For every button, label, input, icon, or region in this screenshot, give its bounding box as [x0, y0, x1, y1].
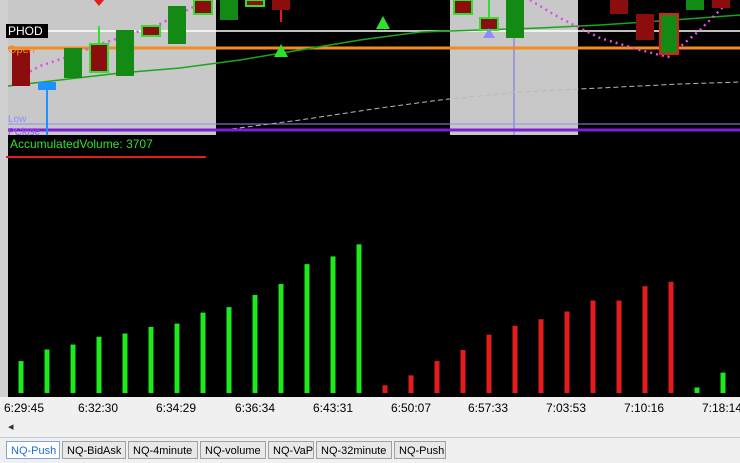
- volume-bar: [460, 350, 466, 393]
- volume-bars: [18, 244, 726, 393]
- volume-bar: [252, 294, 258, 393]
- tab-strip: NQ-Push NQ-BidAsk NQ-4minute NQ-volume NQ-Va…: [0, 437, 740, 463]
- volume-panel[interactable]: [0, 135, 740, 397]
- signal-up-triangle: [274, 44, 288, 57]
- open-label: Open: [8, 44, 35, 56]
- candle: [272, 0, 290, 10]
- volume-bar: [382, 385, 388, 393]
- candle: [220, 0, 238, 20]
- time-axis-tick-label: 7:18:14: [701, 401, 740, 415]
- time-axis-tick-label: 6:50:07: [390, 401, 432, 415]
- candle: [659, 13, 679, 55]
- volume-bar: [486, 334, 492, 393]
- volume-bar: [226, 307, 232, 393]
- candle: [64, 48, 82, 78]
- candle: [89, 43, 109, 73]
- horizontal-scrollbar[interactable]: ◂: [0, 419, 740, 437]
- candle: [116, 30, 134, 76]
- volume-bar: [720, 372, 726, 393]
- volume-bar: [148, 326, 154, 393]
- chart-tab[interactable]: NQ-volume: [200, 441, 266, 459]
- time-axis-tick-label: 6:57:33: [467, 401, 509, 415]
- price-panel[interactable]: PHOD Open Low PClose: [0, 0, 740, 135]
- volume-bar: [408, 375, 414, 393]
- volume-bar: [278, 283, 284, 393]
- time-axis-tick-label: 6:34:29: [155, 401, 197, 415]
- volume-bar: [564, 311, 570, 393]
- volume-bar: [174, 323, 180, 393]
- candle: [453, 0, 473, 15]
- volume-bar: [434, 361, 440, 393]
- candle: [141, 25, 161, 37]
- pclose-label: PClose: [8, 127, 41, 135]
- volume-bar: [642, 286, 648, 393]
- candle: [38, 82, 56, 90]
- time-axis: 6:29:45 6:32:30 6:34:29 6:36:34 6:43:31 6:50:…: [0, 397, 740, 419]
- chart-tab[interactable]: NQ-4minute: [128, 441, 198, 459]
- chart-tab[interactable]: NQ-VaP: [268, 441, 314, 459]
- time-axis-tick-label: 6:32:30: [77, 401, 119, 415]
- volume-bar: [356, 244, 362, 393]
- chart-tab[interactable]: NQ-BidAsk: [62, 441, 126, 459]
- chart-tab[interactable]: NQ-32minute: [316, 441, 392, 459]
- candle: [610, 0, 628, 14]
- candle: [193, 0, 213, 15]
- time-axis-tick-label: 7:10:16: [623, 401, 665, 415]
- chart-window: PHOD Open Low PClose AccumulatedVolume: …: [0, 0, 740, 463]
- scroll-left-arrow-icon[interactable]: ◂: [8, 420, 14, 433]
- time-axis-tick-label: 6:36:34: [234, 401, 276, 415]
- candle: [636, 14, 654, 40]
- candle: [686, 0, 704, 10]
- low-label: Low: [8, 114, 27, 125]
- volume-bar: [70, 344, 76, 393]
- volume-bar: [590, 300, 596, 393]
- volume-bar: [512, 325, 518, 393]
- volume-bar: [330, 256, 336, 393]
- candle: [245, 0, 265, 7]
- chart-tab[interactable]: NQ-Push: [6, 441, 60, 459]
- phod-label: PHOD: [8, 24, 43, 38]
- time-axis-tick-label: 6:29:45: [3, 401, 45, 415]
- time-axis-tick-label: 6:43:31: [312, 401, 354, 415]
- volume-bar: [304, 264, 310, 393]
- time-axis-tick-label: 7:03:53: [545, 401, 587, 415]
- volume-bar: [694, 387, 700, 393]
- chart-tab[interactable]: NQ-Push: [394, 441, 446, 459]
- volume-bar: [200, 312, 206, 393]
- candle: [712, 0, 730, 8]
- volume-bar: [96, 336, 102, 393]
- volume-bar: [18, 361, 24, 393]
- signal-up-triangle: [376, 16, 390, 29]
- volume-bar: [616, 300, 622, 393]
- candle: [506, 0, 524, 38]
- volume-bar: [44, 349, 50, 393]
- candle: [168, 6, 186, 44]
- volume-bar: [668, 281, 674, 393]
- volume-bar: [122, 333, 128, 393]
- volume-bar: [538, 319, 544, 393]
